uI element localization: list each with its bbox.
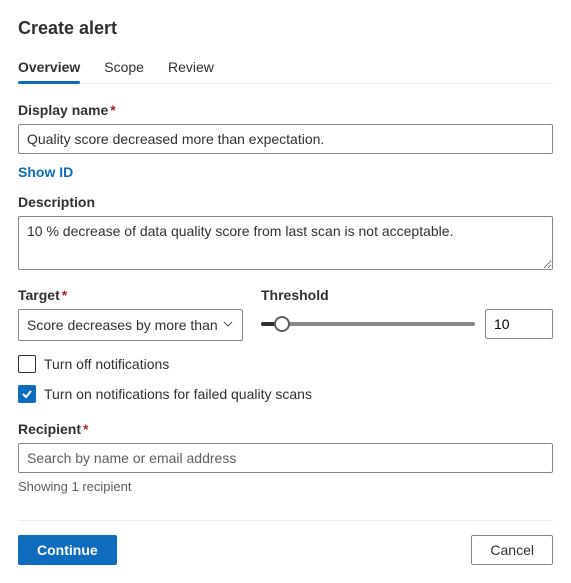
chevron-down-icon [222,318,234,333]
tab-scope[interactable]: Scope [104,53,144,83]
turn-on-failed-notifications-checkbox[interactable] [18,385,36,403]
threshold-label: Threshold [261,287,553,303]
tabs: Overview Scope Review [18,53,553,84]
display-name-input[interactable] [18,124,553,154]
tab-overview[interactable]: Overview [18,53,80,83]
recipient-label: Recipient* [18,421,553,437]
turn-off-notifications-checkbox[interactable] [18,355,36,373]
cancel-button[interactable]: Cancel [471,535,553,565]
footer: Continue Cancel [18,520,553,565]
turn-on-failed-notifications-label: Turn on notifications for failed quality… [44,386,312,402]
threshold-input[interactable] [485,309,553,339]
slider-thumb[interactable] [274,316,290,332]
turn-off-notifications-label: Turn off notifications [44,356,169,372]
recipient-count: Showing 1 recipient [18,479,553,494]
description-label: Description [18,194,553,210]
target-label: Target* [18,287,243,303]
target-select-value: Score decreases by more than [27,317,218,333]
show-id-link[interactable]: Show ID [18,164,73,180]
page-title: Create alert [18,18,553,39]
recipient-input[interactable] [18,443,553,473]
threshold-slider[interactable] [261,322,475,326]
display-name-label: Display name* [18,102,553,118]
tab-review[interactable]: Review [168,53,214,83]
description-input[interactable]: 10 % decrease of data quality score from… [18,216,553,270]
target-select[interactable]: Score decreases by more than [18,309,243,341]
continue-button[interactable]: Continue [18,535,117,565]
